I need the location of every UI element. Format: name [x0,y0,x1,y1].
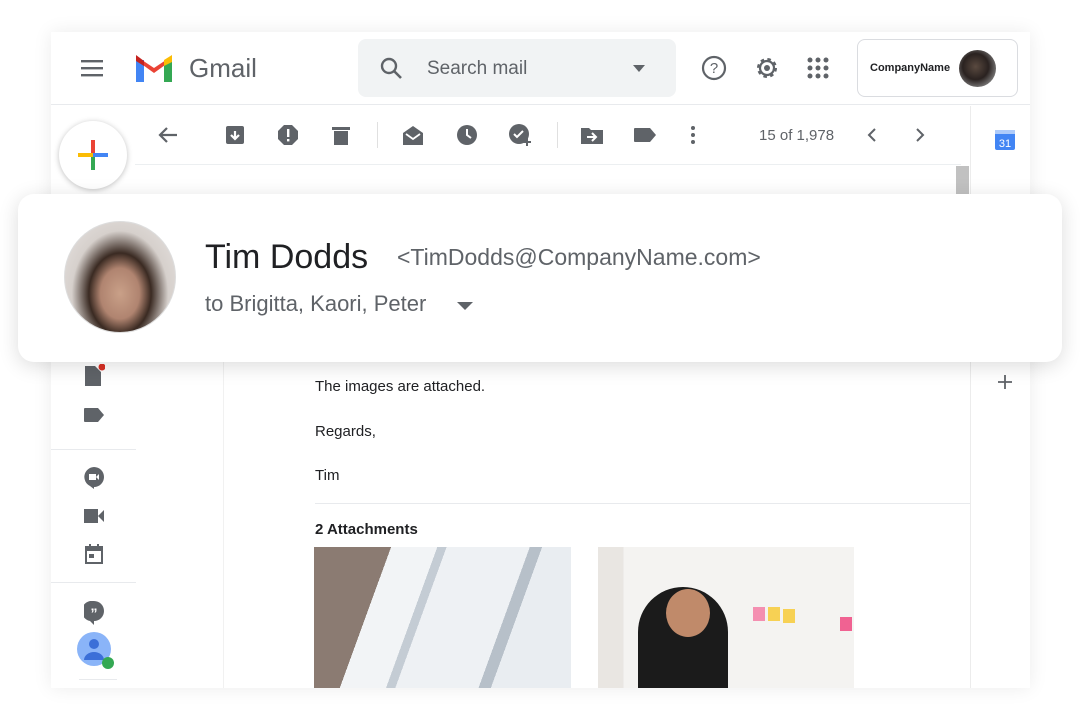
gmail-logo-icon[interactable] [135,54,173,84]
calendar-icon[interactable] [83,543,105,565]
search-bar[interactable]: Search mail [358,39,676,97]
attachment-image-man-with-sticky-notes[interactable] [598,547,854,688]
delete-trash-icon[interactable] [330,123,352,147]
pagination-count: 15 of 1,978 [759,127,835,144]
label-icon[interactable] [633,123,657,147]
attachments-divider [315,503,970,504]
apps-grid-icon[interactable] [807,57,829,79]
sender-email: <TimDodds@CompanyName.com> [397,244,761,270]
recipients: to Brigitta, Kaori, Peter [205,291,427,316]
meet-chat-icon[interactable] [83,466,105,490]
newer-chevron-left-icon[interactable] [862,123,882,147]
toolbar-divider [557,122,558,148]
settings-gear-icon[interactable] [754,55,780,81]
svg-text:?: ? [710,60,718,77]
account-switcher[interactable]: CompanyName [857,39,1018,97]
search-input[interactable]: Search mail [427,58,527,80]
video-camera-icon[interactable] [83,506,105,526]
sender-card: Tim Dodds <TimDodds@CompanyName.com> to … [18,194,1062,362]
label-nav-icon[interactable] [83,406,105,424]
nav-divider [51,582,136,583]
report-spam-icon[interactable] [276,123,300,147]
content-divider [223,362,224,688]
recipients-dropdown-icon[interactable] [456,300,474,312]
google-calendar-icon[interactable]: 31 [995,130,1015,150]
attachments-label: 2 Attachments [315,521,418,538]
more-options-icon[interactable] [685,123,701,147]
drafts-icon[interactable] [83,364,105,388]
search-icon[interactable] [378,55,404,81]
nav-divider [51,449,136,450]
account-avatar[interactable] [959,50,996,87]
menu-icon[interactable] [79,56,107,80]
toolbar-divider [377,122,378,148]
older-chevron-right-icon[interactable] [910,123,930,147]
hangouts-icon[interactable]: ” [83,601,105,625]
message-line: The images are attached. [315,378,486,395]
help-icon[interactable]: ? [701,55,727,81]
account-name: CompanyName [870,62,951,74]
attachment-image-whiteboard[interactable] [314,547,571,688]
snooze-clock-icon[interactable] [455,123,479,147]
user-status-avatar[interactable] [77,632,117,672]
scrollbar-thumb[interactable] [956,166,969,196]
sender-name: Tim Dodds [205,238,369,276]
add-to-tasks-icon[interactable] [508,123,532,147]
message-line: Tim [315,467,340,484]
svg-text:31: 31 [999,138,1011,150]
app-name: Gmail [189,53,257,83]
add-addon-plus-icon[interactable] [996,373,1014,391]
archive-icon[interactable] [223,123,247,147]
compose-button[interactable] [59,121,127,189]
header: Gmail Search mail ? CompanyName [51,32,1030,105]
sender-avatar[interactable] [64,221,176,333]
back-arrow-icon[interactable] [157,123,179,147]
toolbar-divider [135,164,961,165]
mark-unread-icon[interactable] [401,123,425,147]
nav-divider [79,679,117,680]
svg-text:”: ” [91,605,98,621]
search-options-icon[interactable] [632,63,646,73]
message-line: Regards, [315,423,376,440]
move-to-folder-icon[interactable] [580,123,604,147]
